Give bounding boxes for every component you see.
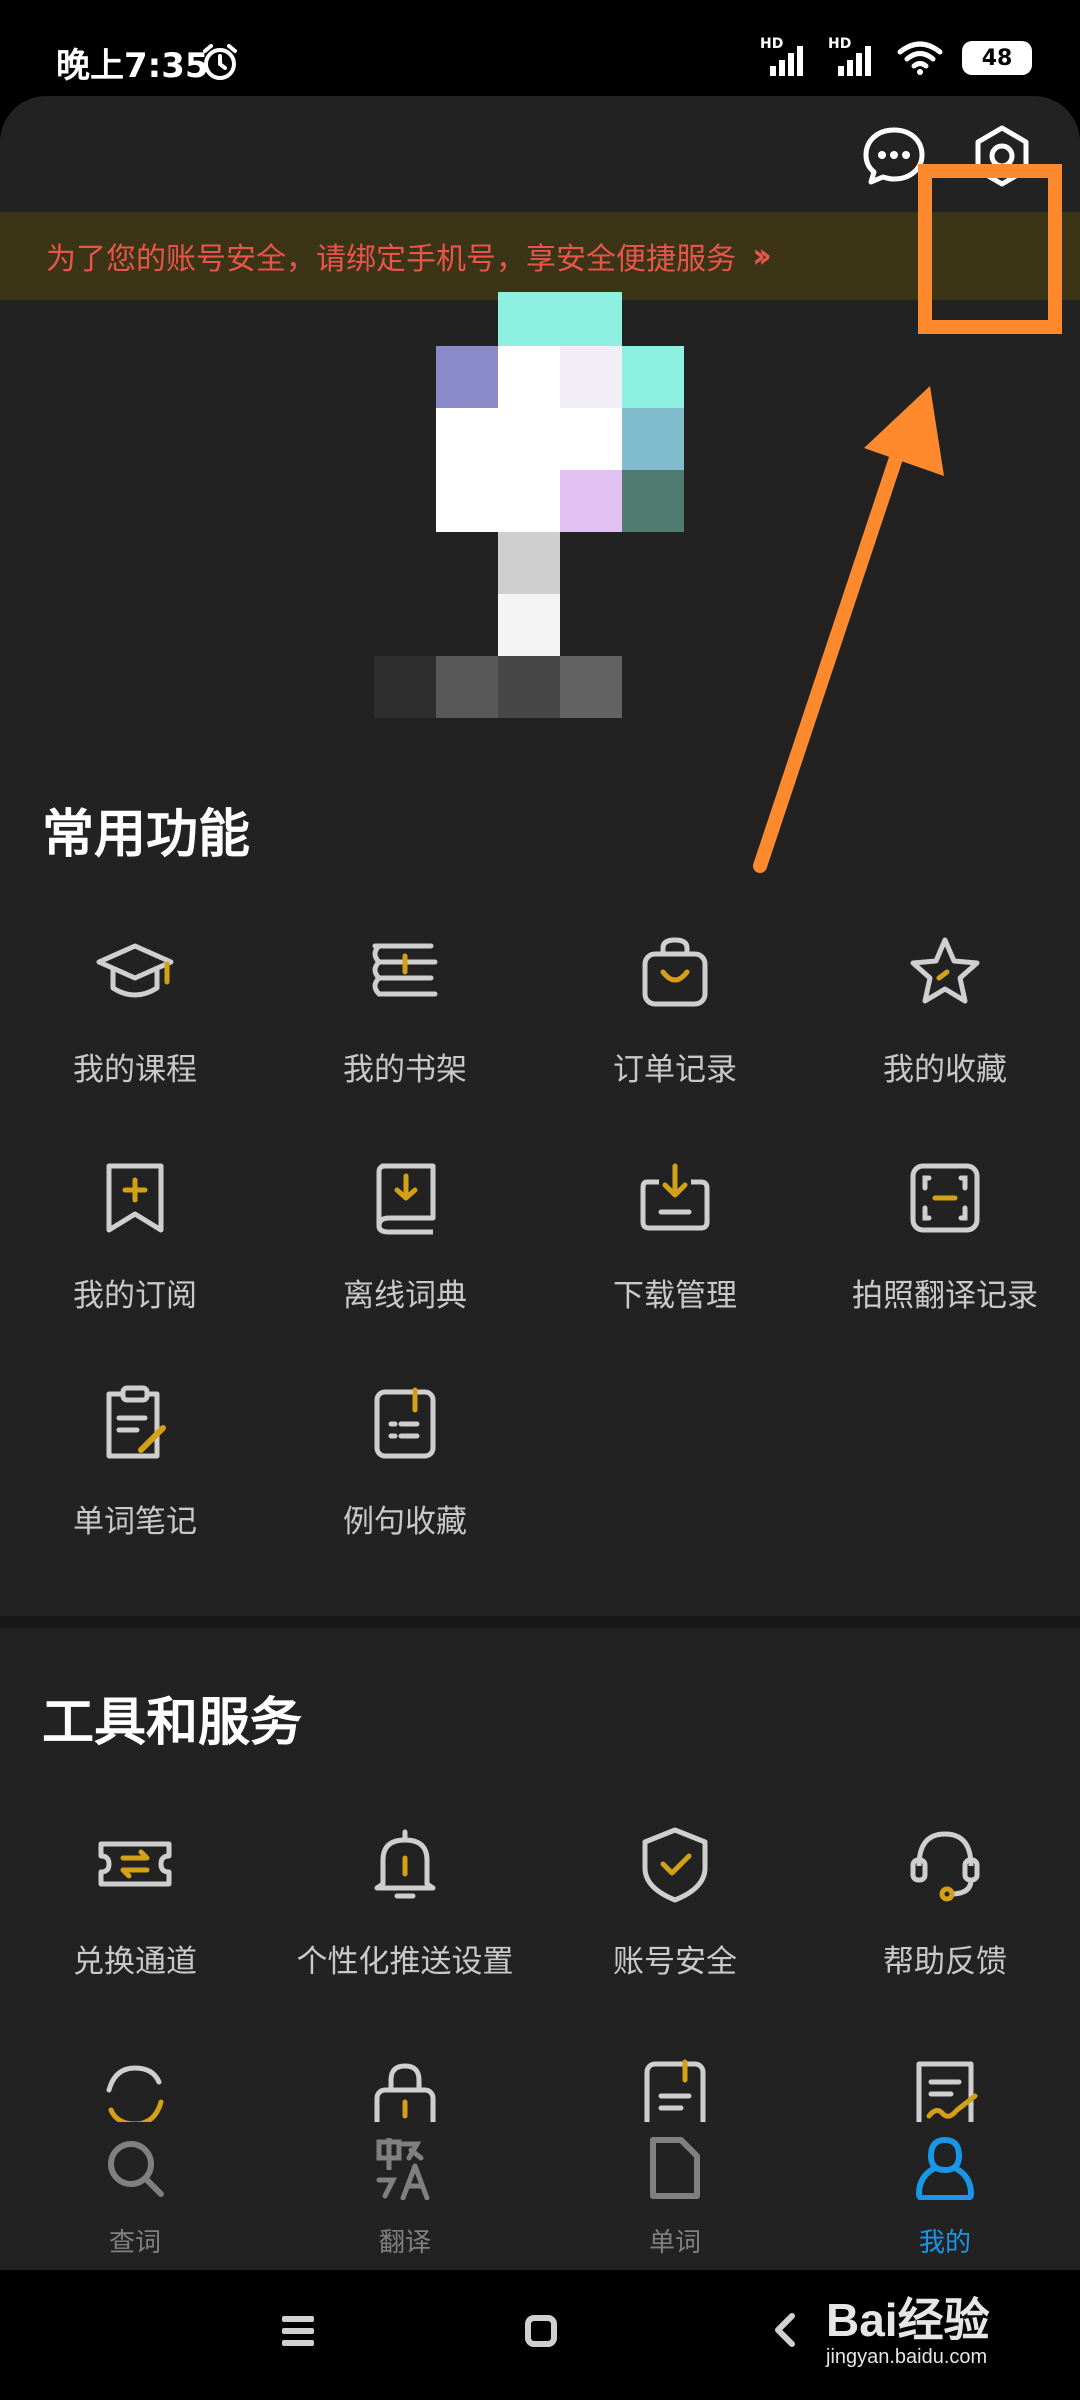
contract-sign-icon[interactable] xyxy=(905,2056,985,2130)
tab-label: 查词 xyxy=(108,2228,161,2258)
translate-icon xyxy=(376,2138,430,2200)
bell-icon xyxy=(374,1829,436,1899)
grid-item-my-courses[interactable]: 我的课程 xyxy=(0,932,270,1132)
alarm-clock-icon xyxy=(203,44,237,80)
system-navigation-bar: Bai经验 jingyan.baidu.com xyxy=(0,2270,1080,2400)
tab-lookup[interactable]: 查词 xyxy=(0,2122,270,2270)
grid-item-my-favorites[interactable]: 我的收藏 xyxy=(810,932,1080,1132)
tab-translate[interactable]: 翻译 xyxy=(270,2122,540,2270)
signal-2-icon: HD xyxy=(828,36,878,76)
scan-frame-icon xyxy=(910,1163,980,1233)
lock-icon[interactable] xyxy=(365,2056,445,2130)
settings-highlight-box xyxy=(918,164,1062,334)
tab-label: 翻译 xyxy=(378,2228,431,2258)
grid-item-label: 下载管理 xyxy=(613,1278,737,1314)
grid-item-account-security[interactable]: 账号安全 xyxy=(540,1824,810,2024)
grid-item-help-feedback[interactable]: 帮助反馈 xyxy=(810,1824,1080,2024)
notepad-pencil-icon xyxy=(106,1385,166,1459)
person-icon xyxy=(916,2136,974,2200)
tab-label: 我的 xyxy=(918,2228,971,2258)
avatar[interactable] xyxy=(372,292,684,728)
download-tray-icon xyxy=(640,1163,710,1231)
tools-services-title: 工具和服务 xyxy=(42,1693,303,1753)
banner-text: 为了您的账号安全，请绑定手机号，享安全便捷服务 xyxy=(46,242,736,277)
grid-item-label: 账号安全 xyxy=(613,1944,737,1980)
grid-item-push-settings[interactable]: 个性化推送设置 xyxy=(270,1824,540,2024)
tools-next-row-partial xyxy=(0,2048,1080,2130)
battery-indicator: 48 xyxy=(962,41,1032,75)
search-icon xyxy=(108,2141,164,2197)
message-icon[interactable] xyxy=(862,124,926,188)
star-icon xyxy=(910,937,980,1004)
document-list-icon xyxy=(374,1387,436,1459)
refresh-icon[interactable] xyxy=(95,2056,175,2130)
section-divider xyxy=(0,1616,1080,1628)
tab-words[interactable]: 单词 xyxy=(540,2122,810,2270)
grid-item-order-records[interactable]: 订单记录 xyxy=(540,932,810,1132)
grid-item-label: 拍照翻译记录 xyxy=(852,1278,1038,1314)
watermark-logo: Bai经验 xyxy=(826,2294,990,2346)
status-bar: 晚上7:35 HD HD 48 xyxy=(0,0,1080,96)
home-icon[interactable] xyxy=(524,2314,558,2348)
grid-item-example-sentences[interactable]: 例句收藏 xyxy=(270,1384,540,1584)
grid-item-label: 兑换通道 xyxy=(73,1944,197,1980)
grid-item-download-manager[interactable]: 下载管理 xyxy=(540,1158,810,1358)
exchange-ticket-icon xyxy=(98,1841,172,1887)
status-time: 晚上7:35 xyxy=(56,46,209,86)
grid-item-photo-translation-history[interactable]: 拍照翻译记录 xyxy=(810,1158,1080,1358)
grid-item-my-bookshelf[interactable]: 我的书架 xyxy=(270,932,540,1132)
recent-apps-icon[interactable] xyxy=(280,2314,316,2348)
bookmark-plus-icon xyxy=(106,1163,164,1233)
shield-check-icon xyxy=(642,1827,708,1903)
annotation-arrow-icon xyxy=(753,386,944,873)
back-icon[interactable] xyxy=(772,2310,798,2350)
wifi-icon xyxy=(897,41,943,75)
bookshelf-icon xyxy=(372,943,438,997)
graduation-cap-icon xyxy=(96,943,174,998)
common-functions-title: 常用功能 xyxy=(42,805,251,865)
grid-item-label: 单词笔记 xyxy=(73,1504,197,1540)
tab-label: 单词 xyxy=(648,2228,701,2258)
grid-item-label: 帮助反馈 xyxy=(883,1944,1007,1980)
grid-item-offline-dictionary[interactable]: 离线词典 xyxy=(270,1158,540,1358)
grid-item-label: 订单记录 xyxy=(613,1052,737,1088)
grid-item-label: 离线词典 xyxy=(343,1278,467,1314)
document-icon xyxy=(650,2137,700,2199)
grid-item-label: 我的订阅 xyxy=(73,1278,197,1314)
grid-item-label: 我的收藏 xyxy=(883,1052,1007,1088)
offline-dictionary-icon xyxy=(376,1163,436,1235)
grid-item-label: 我的课程 xyxy=(73,1052,197,1088)
grid-item-label: 我的书架 xyxy=(343,1052,467,1088)
watermark-url: jingyan.baidu.com xyxy=(826,2346,988,2368)
grid-item-word-notes[interactable]: 单词笔记 xyxy=(0,1384,270,1584)
grid-item-redeem-channel[interactable]: 兑换通道 xyxy=(0,1824,270,2024)
document-lines-icon[interactable] xyxy=(635,2056,715,2130)
tab-mine[interactable]: 我的 xyxy=(810,2122,1080,2270)
baidu-jingyan-watermark: Bai经验 jingyan.baidu.com xyxy=(826,2284,1066,2394)
shopping-bag-icon xyxy=(642,937,708,1007)
grid-item-my-subscriptions[interactable]: 我的订阅 xyxy=(0,1158,270,1358)
grid-item-label: 例句收藏 xyxy=(343,1504,467,1540)
headset-icon xyxy=(910,1831,980,1902)
chevron-right-icon: ›› xyxy=(752,236,772,276)
app-screen: 为了您的账号安全，请绑定手机号，享安全便捷服务 ›› 常用功能 我的课程 我的书… xyxy=(0,96,1080,2270)
signal-1-icon: HD xyxy=(760,36,810,76)
grid-item-label: 个性化推送设置 xyxy=(296,1944,514,1980)
bottom-tab-bar: 查词 翻译 单词 我的 xyxy=(0,2122,1080,2270)
